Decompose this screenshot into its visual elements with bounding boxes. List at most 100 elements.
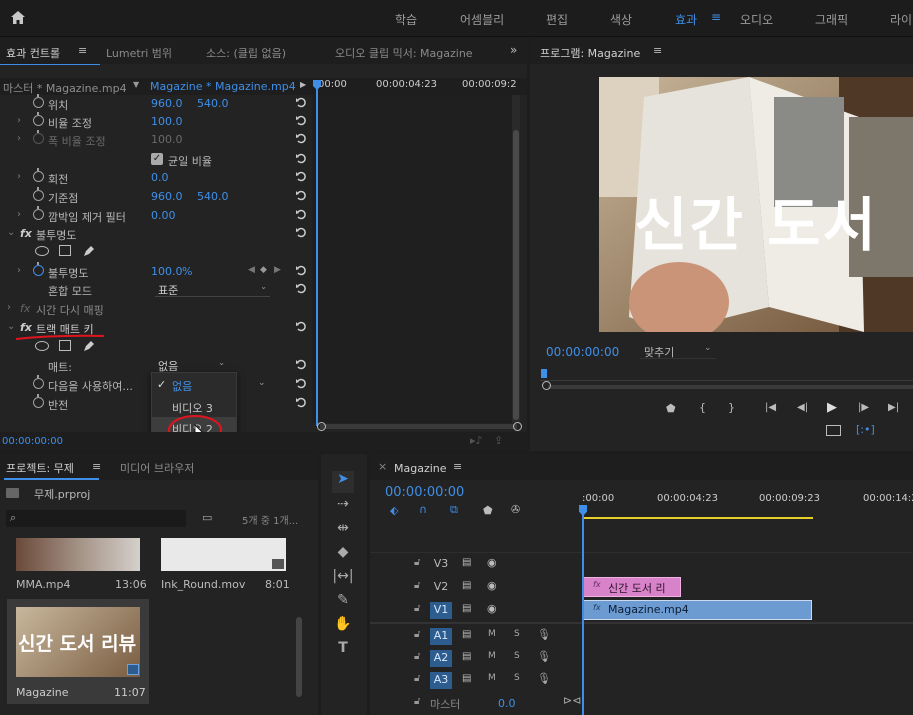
- thumb-mma[interactable]: [16, 538, 140, 571]
- workspace-tab-graphics[interactable]: 그래픽: [815, 11, 848, 28]
- sequence-clip-label[interactable]: Magazine * Magazine.mp4: [150, 80, 296, 93]
- project-scrollbar[interactable]: [296, 617, 302, 697]
- chevron-down-icon[interactable]: ⌄: [7, 227, 15, 238]
- microphone-icon[interactable]: 🎙︎: [537, 628, 551, 641]
- tab-sequence[interactable]: Magazine: [394, 462, 447, 475]
- rotation-value[interactable]: 0.0: [151, 171, 169, 184]
- rectangle-mask-icon[interactable]: [59, 340, 71, 351]
- chevron-right-icon[interactable]: ›: [17, 115, 21, 126]
- go-to-end-icon[interactable]: ⊳⊲: [563, 694, 581, 707]
- solo-button[interactable]: S: [514, 673, 520, 683]
- panel-menu-icon[interactable]: ≡: [653, 44, 662, 57]
- wrench-icon[interactable]: ✇: [511, 503, 520, 516]
- workspace-tab-color[interactable]: 색상: [610, 11, 632, 28]
- mark-in-icon[interactable]: {: [699, 401, 706, 414]
- fit-dropdown[interactable]: 맞추기 ⌄: [640, 343, 716, 359]
- stopwatch-icon[interactable]: [33, 262, 44, 276]
- matte-dropdown[interactable]: 없음 ⌄: [155, 358, 228, 373]
- chevron-down-icon[interactable]: ▼: [133, 80, 139, 89]
- ellipse-mask-icon[interactable]: [35, 246, 49, 256]
- slip-tool-icon[interactable]: |↔|: [332, 568, 354, 590]
- tab-program[interactable]: 프로그램: Magazine: [540, 45, 640, 61]
- timeline-timecode[interactable]: 00:00:00:00: [385, 485, 464, 500]
- ripple-edit-tool-icon[interactable]: ⇹: [332, 520, 354, 542]
- snap-icon[interactable]: ∩: [419, 503, 427, 516]
- clip-title-v2[interactable]: fx 신간 도서 리: [583, 577, 681, 597]
- lock-icon[interactable]: 🔓︎: [414, 629, 420, 640]
- ellipse-mask-icon[interactable]: [35, 341, 49, 351]
- add-marker-icon[interactable]: ⬟: [483, 504, 493, 517]
- workspace-menu-icon[interactable]: ≡: [711, 10, 721, 24]
- track-select-tool-icon[interactable]: ⇢: [332, 496, 354, 518]
- reset-icon[interactable]: [295, 170, 307, 182]
- position-y-value[interactable]: 540.0: [197, 97, 229, 110]
- microphone-icon[interactable]: 🎙︎: [537, 650, 551, 663]
- add-keyframe-icon[interactable]: ◆: [260, 265, 267, 275]
- reset-icon[interactable]: [295, 358, 307, 370]
- anchor-y-value[interactable]: 540.0: [197, 190, 229, 203]
- track-label[interactable]: A3: [430, 672, 452, 689]
- stopwatch-icon[interactable]: [33, 94, 44, 108]
- reset-icon[interactable]: [295, 114, 307, 126]
- workspace-tab-learn[interactable]: 학습: [395, 11, 417, 28]
- program-scrubber[interactable]: [540, 367, 913, 381]
- sync-lock-icon[interactable]: ▤: [462, 629, 471, 640]
- sync-lock-icon[interactable]: ▤: [462, 580, 471, 591]
- work-area-bar[interactable]: [583, 517, 813, 519]
- play-audio-icon[interactable]: ▸♪: [470, 434, 483, 447]
- eye-icon[interactable]: ◉: [487, 556, 497, 569]
- panel-menu-icon[interactable]: ≡: [78, 44, 87, 57]
- tab-effect-controls[interactable]: 효과 컨트롤: [6, 45, 60, 61]
- program-video-frame[interactable]: 신간 도서: [599, 77, 913, 332]
- solo-button[interactable]: S: [514, 629, 520, 639]
- thumb-ink-round[interactable]: [161, 538, 286, 571]
- tab-project[interactable]: 프로젝트: 무제: [6, 460, 74, 476]
- export-icon[interactable]: ⇪: [494, 434, 503, 447]
- stopwatch-icon[interactable]: [33, 168, 44, 182]
- chevron-down-icon[interactable]: ⌄: [7, 321, 15, 332]
- timeline-ruler[interactable]: :00:00 00:00:04:23 00:00:09:23 00:00:14:…: [582, 485, 913, 517]
- eye-icon[interactable]: ◉: [487, 602, 497, 615]
- tab-audio-clip-mixer[interactable]: 오디오 클립 믹서: Magazine: [335, 45, 473, 61]
- linked-selection-icon[interactable]: ⧉: [450, 503, 458, 517]
- more-panels-icon[interactable]: »: [510, 43, 517, 57]
- sync-lock-icon[interactable]: ▤: [462, 557, 471, 568]
- vr-icon[interactable]: [:•]: [856, 423, 875, 436]
- pen-tool-icon[interactable]: ✎: [332, 592, 354, 614]
- track-label[interactable]: V3: [430, 556, 452, 573]
- mute-button[interactable]: M: [488, 629, 496, 639]
- microphone-icon[interactable]: 🎙︎: [537, 672, 551, 685]
- lock-icon[interactable]: 🔓︎: [414, 557, 420, 568]
- tab-source[interactable]: 소스: (클립 없음): [206, 45, 286, 61]
- sync-lock-icon[interactable]: ▤: [462, 603, 471, 614]
- ec-zoom-bar[interactable]: [320, 424, 517, 429]
- play-small-icon[interactable]: ▶: [300, 80, 306, 89]
- go-to-out-icon[interactable]: ▶|: [888, 402, 899, 413]
- panel-menu-icon[interactable]: ≡: [92, 460, 101, 473]
- type-tool-icon[interactable]: T: [332, 640, 354, 662]
- solo-button[interactable]: S: [514, 651, 520, 661]
- ec-zoom-handle-right[interactable]: [513, 422, 522, 431]
- stopwatch-icon[interactable]: [33, 187, 44, 201]
- reset-icon[interactable]: [295, 226, 307, 238]
- ec-keyframe-area[interactable]: [312, 95, 512, 423]
- pen-mask-icon[interactable]: [82, 244, 96, 258]
- chevron-right-icon[interactable]: ›: [17, 209, 21, 220]
- reset-icon[interactable]: [295, 96, 307, 108]
- reset-icon[interactable]: [295, 264, 307, 276]
- anchor-x-value[interactable]: 960.0: [151, 190, 183, 203]
- reset-icon[interactable]: [295, 320, 307, 332]
- workspace-tab-audio[interactable]: 오디오: [740, 11, 773, 28]
- mark-out-icon[interactable]: }: [728, 401, 735, 414]
- program-playhead[interactable]: [541, 369, 547, 378]
- program-zoom-bar[interactable]: [548, 385, 913, 389]
- new-bin-icon[interactable]: ▭: [202, 511, 212, 524]
- chevron-right-icon[interactable]: ›: [17, 265, 21, 276]
- step-back-icon[interactable]: ◀|: [797, 402, 808, 413]
- home-icon[interactable]: [10, 10, 26, 25]
- reset-icon[interactable]: [295, 282, 307, 294]
- next-keyframe-icon[interactable]: ▶: [274, 265, 281, 275]
- ec-zoom-handle-left[interactable]: [317, 422, 326, 431]
- sync-lock-icon[interactable]: ▤: [462, 673, 471, 684]
- mute-button[interactable]: M: [488, 651, 496, 661]
